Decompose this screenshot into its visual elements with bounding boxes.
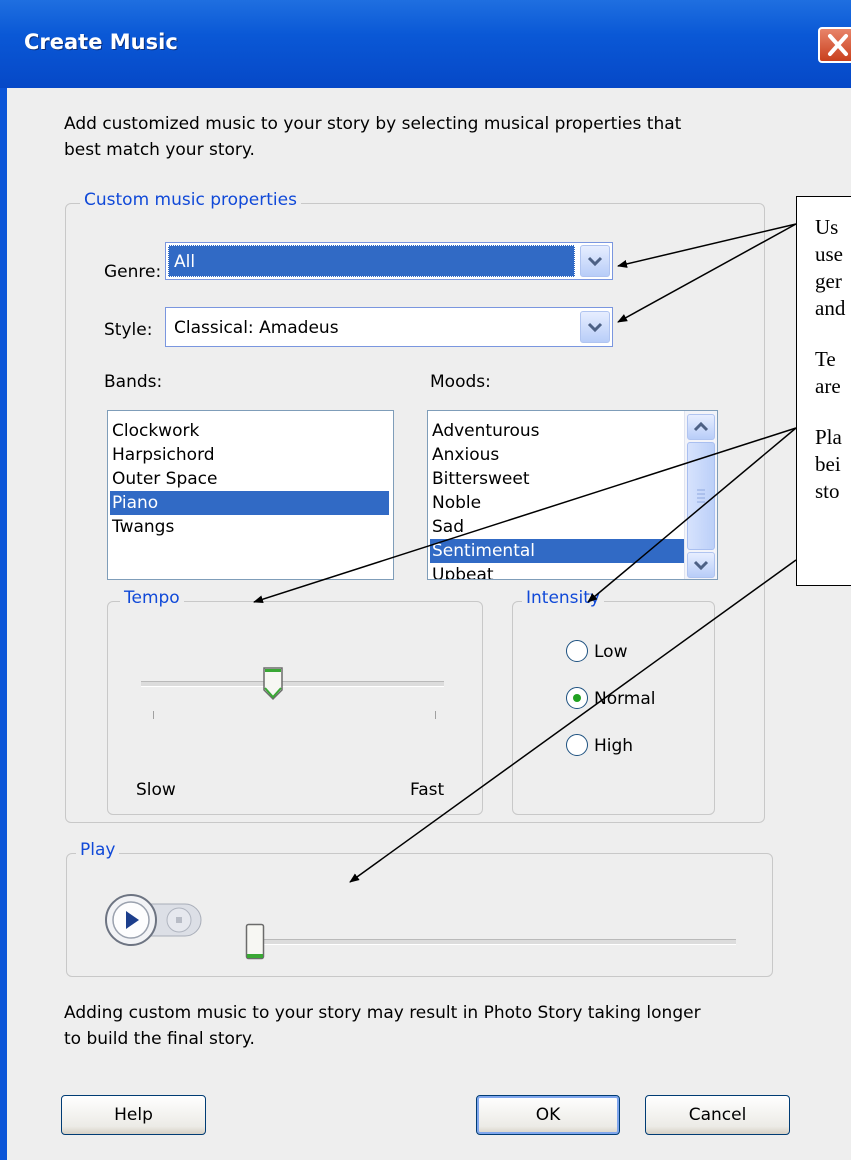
arrow-to-intensity <box>587 427 797 603</box>
arrow-to-genre <box>617 223 797 268</box>
arrow-to-play <box>349 559 797 883</box>
annotation-arrows <box>253 223 797 883</box>
arrow-to-style <box>617 223 797 323</box>
arrow-to-tempo <box>253 427 797 604</box>
create-music-dialog: Create Music Add customized music to you… <box>0 0 851 1160</box>
